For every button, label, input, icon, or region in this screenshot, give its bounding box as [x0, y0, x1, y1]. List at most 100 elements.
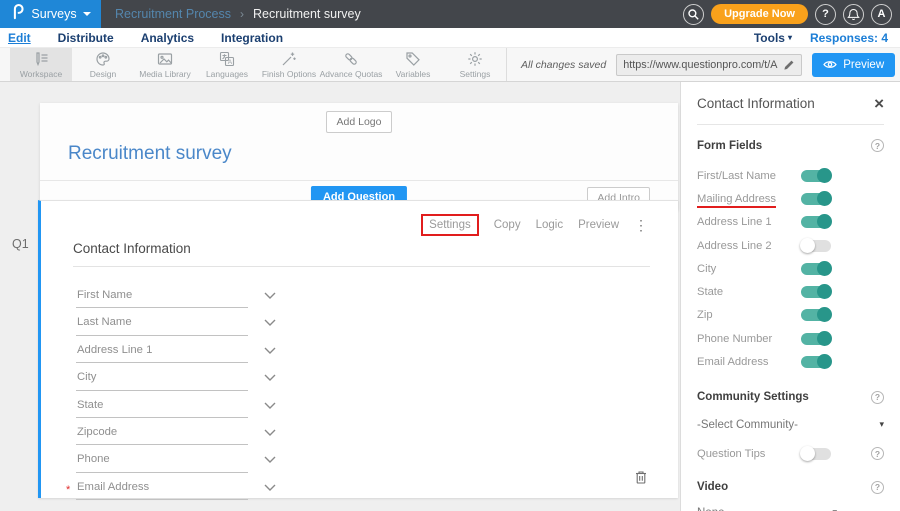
chevron-down-icon[interactable]	[264, 455, 276, 467]
question-preview-link[interactable]: Preview	[578, 219, 619, 231]
question-copy-link[interactable]: Copy	[494, 219, 521, 231]
survey-url-field[interactable]: https://www.questionpro.com/t/APNrFZ	[616, 54, 802, 76]
field-address-line-1[interactable]: Address Line 1	[76, 336, 248, 363]
toolbar-item-settings[interactable]: Settings	[444, 48, 506, 81]
toolbar-item-advance-quotas[interactable]: Advance Quotas	[320, 48, 382, 81]
video-select[interactable]: None ▾	[697, 507, 837, 511]
responses-count[interactable]: Responses: 4	[810, 31, 888, 45]
field-first-name[interactable]: First Name	[76, 281, 248, 308]
field-city[interactable]: City	[76, 363, 248, 390]
toolbar-item-label: Design	[90, 69, 116, 79]
chevron-down-icon	[83, 12, 91, 16]
field-label: City	[77, 371, 96, 383]
finish-options-icon	[281, 51, 297, 67]
search-button[interactable]	[683, 4, 704, 25]
toolbar-item-label: Advance Quotas	[320, 69, 383, 79]
tools-menu[interactable]: Tools ▾	[754, 31, 792, 45]
toggle-label: City	[697, 263, 716, 275]
toggle-phone-number[interactable]	[801, 333, 831, 345]
avatar[interactable]: A	[871, 4, 892, 25]
toolbar-right: All changes saved https://www.questionpr…	[506, 48, 900, 81]
question-settings-link[interactable]: Settings	[421, 214, 479, 236]
kebab-menu-icon[interactable]: ⋮	[634, 220, 648, 230]
help-button[interactable]: ?	[815, 4, 836, 25]
help-circle-icon[interactable]: ?	[871, 391, 884, 404]
top-bar: Surveys Recruitment Process › Recruitmen…	[0, 0, 900, 28]
tab-analytics[interactable]: Analytics	[141, 31, 194, 45]
chevron-down-icon[interactable]	[264, 346, 276, 358]
toggle-label: Zip	[697, 309, 713, 321]
trash-icon	[634, 470, 648, 485]
survey-url[interactable]: https://www.questionpro.com/t/APNrFZ	[623, 59, 778, 71]
tab-edit[interactable]: Edit	[8, 31, 31, 45]
edit-pencil-icon[interactable]	[783, 59, 795, 71]
tab-distribute[interactable]: Distribute	[58, 31, 114, 45]
help-circle-icon[interactable]: ?	[871, 139, 884, 152]
nav-items: Edit Distribute Analytics Integration	[8, 31, 283, 45]
toolbar-item-design[interactable]: Design	[72, 48, 134, 81]
add-logo-button[interactable]: Add Logo	[326, 111, 393, 133]
close-icon[interactable]: ×	[874, 97, 884, 111]
toolbar-item-workspace[interactable]: Workspace	[10, 48, 72, 81]
tab-integration[interactable]: Integration	[221, 31, 283, 45]
question-actions: Settings Copy Logic Preview ⋮	[421, 214, 648, 236]
toggle-label: Address Line 2	[697, 240, 772, 252]
toggle-row-mailing-address: Mailing Address	[697, 187, 884, 210]
toolbar-item-finish-options[interactable]: Finish Options	[258, 48, 320, 81]
chevron-down-icon[interactable]	[264, 483, 276, 495]
toggle-state[interactable]	[801, 286, 831, 298]
surveys-menu[interactable]: Surveys	[0, 0, 101, 28]
chevron-down-icon[interactable]	[264, 428, 276, 440]
question-block: Settings Copy Logic Preview ⋮ Contact In…	[38, 200, 678, 498]
toolbar-item-label: Settings	[460, 69, 491, 79]
toolbar-item-media-library[interactable]: Media Library	[134, 48, 196, 81]
toggle-city[interactable]	[801, 263, 831, 275]
community-select[interactable]: -Select Community- ▾	[697, 417, 884, 433]
toggle-mailing-address[interactable]	[801, 193, 831, 205]
question-title[interactable]: Contact Information	[73, 241, 650, 267]
breadcrumb: Recruitment Process › Recruitment survey	[115, 7, 361, 21]
toggle-knob	[817, 261, 832, 276]
question-settings-panel: Contact Information × Form Fields ? Firs…	[680, 82, 900, 511]
preview-button[interactable]: Preview	[812, 53, 895, 77]
chevron-down-icon: ▾	[832, 507, 837, 511]
breadcrumb-folder[interactable]: Recruitment Process	[115, 7, 231, 21]
settings-icon	[467, 51, 483, 67]
upgrade-now-button[interactable]: Upgrade Now	[711, 4, 808, 24]
survey-title[interactable]: Recruitment survey	[40, 139, 678, 180]
toggle-first-last-name[interactable]	[801, 170, 831, 182]
video-select-value: None	[697, 507, 725, 511]
toolbar-item-label: Media Library	[139, 69, 191, 79]
help-circle-icon[interactable]: ?	[871, 481, 884, 494]
toggle-address-line-1[interactable]	[801, 216, 831, 228]
help-circle-icon[interactable]: ?	[871, 447, 884, 460]
survey-nav: Edit Distribute Analytics Integration To…	[0, 28, 900, 48]
svg-text:A: A	[228, 59, 233, 66]
toolbar-item-variables[interactable]: Variables	[382, 48, 444, 81]
question-tips-label: Question Tips	[697, 448, 765, 460]
toggle-row-address-line-1: Address Line 1	[697, 211, 884, 234]
notifications-button[interactable]	[843, 4, 864, 25]
variables-icon	[405, 51, 421, 67]
delete-question-button[interactable]	[634, 470, 648, 490]
toggle-email-address[interactable]	[801, 356, 831, 368]
question-logic-link[interactable]: Logic	[536, 219, 564, 231]
toggle-zip[interactable]	[801, 309, 831, 321]
contact-form-fields: First Name Last Name Address Line 1 City	[76, 281, 248, 500]
chevron-down-icon[interactable]	[264, 373, 276, 385]
toolbar-item-languages[interactable]: A Languages	[196, 48, 258, 81]
field-zipcode[interactable]: Zipcode	[76, 418, 248, 445]
work-area: Q1 Add Logo Recruitment survey Add Quest…	[0, 82, 900, 511]
toggle-row-state: State	[697, 280, 884, 303]
field-email-address[interactable]: * Email Address	[76, 473, 248, 500]
toggle-address-line-2[interactable]	[801, 240, 831, 252]
field-state[interactable]: State	[76, 391, 248, 418]
field-last-name[interactable]: Last Name	[76, 308, 248, 335]
field-phone[interactable]: Phone	[76, 445, 248, 472]
toggle-label: State	[697, 286, 723, 298]
toggle-question-tips[interactable]	[801, 448, 831, 460]
form-fields-heading-row: Form Fields ?	[697, 139, 884, 152]
chevron-down-icon[interactable]	[264, 318, 276, 330]
chevron-down-icon[interactable]	[264, 291, 276, 303]
chevron-down-icon[interactable]	[264, 401, 276, 413]
